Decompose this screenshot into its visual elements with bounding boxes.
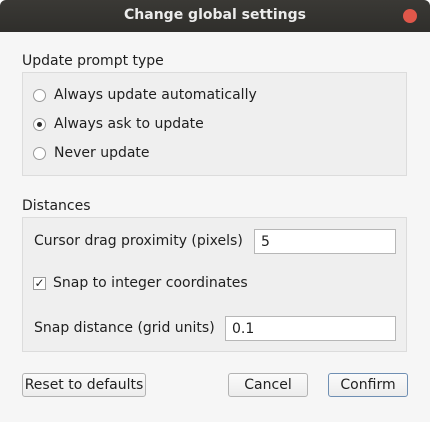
radio-button[interactable] (33, 117, 46, 131)
title-bar[interactable]: Change global settings (0, 0, 430, 32)
dialog-content: Update prompt type Always update automat… (0, 32, 430, 422)
snap-distance-label: Snap distance (grid units) (34, 320, 215, 336)
close-button[interactable] (403, 9, 417, 23)
checkbox-label: Snap to integer coordinates (53, 275, 248, 291)
settings-dialog: Change global settings Update prompt typ… (0, 0, 430, 422)
snap-integer-checkbox-row[interactable]: ✓ Snap to integer coordinates (33, 275, 248, 291)
drag-proximity-label: Cursor drag proximity (pixels) (34, 233, 243, 249)
reset-defaults-button[interactable]: Reset to defaults (22, 373, 146, 397)
update-prompt-heading: Update prompt type (22, 53, 164, 69)
drag-proximity-input[interactable] (254, 229, 396, 254)
radio-label: Always update automatically (54, 87, 257, 103)
window-title: Change global settings (124, 7, 306, 23)
distances-heading: Distances (22, 198, 91, 214)
radio-button[interactable] (33, 146, 46, 160)
radio-button[interactable] (33, 88, 46, 102)
radio-label: Always ask to update (54, 116, 204, 132)
radio-label: Never update (54, 145, 150, 161)
radio-never-update[interactable]: Never update (33, 143, 150, 163)
radio-always-ask[interactable]: Always ask to update (33, 114, 204, 134)
confirm-button[interactable]: Confirm (328, 373, 408, 397)
snap-distance-input[interactable] (225, 316, 396, 341)
cancel-button[interactable]: Cancel (228, 373, 308, 397)
checkbox[interactable]: ✓ (33, 276, 46, 290)
radio-always-update[interactable]: Always update automatically (33, 85, 257, 105)
